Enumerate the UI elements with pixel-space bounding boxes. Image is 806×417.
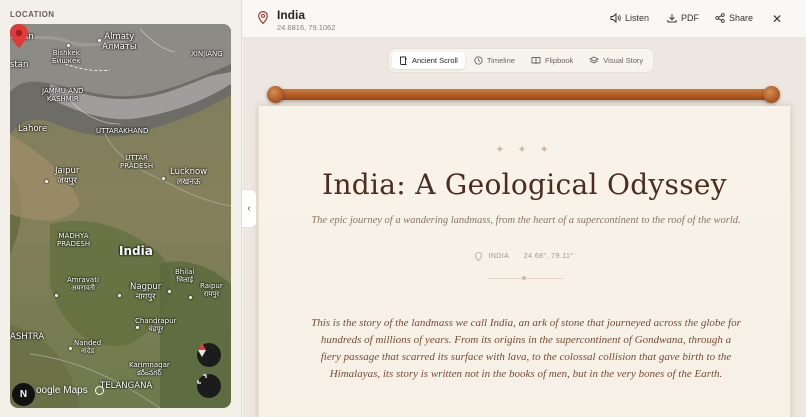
- map-dot-bhilai: [168, 290, 171, 293]
- tab-ancient-scroll-label: Ancient Scroll: [412, 56, 458, 65]
- map-dot-nagpur: [118, 294, 121, 297]
- story-heading: India: A Geological Odyssey: [322, 168, 727, 201]
- meta-pin-icon: [475, 252, 483, 261]
- book-icon: [531, 57, 541, 65]
- map-label-jaipur: Jaipur जयपुर: [55, 166, 80, 186]
- google-maps-attribution: oogle Maps: [36, 385, 88, 396]
- tab-timeline[interactable]: Timeline: [467, 52, 522, 69]
- map-label-chandrapur: Chandrapur चंद्रपूर: [135, 317, 177, 333]
- map-dot-lucknow: [162, 177, 165, 180]
- location-pin-icon: [258, 11, 268, 24]
- map-label-ashtra: ASHTRA: [10, 332, 45, 342]
- close-button[interactable]: ✕: [772, 12, 782, 26]
- map-dot-amravati: [55, 294, 58, 297]
- clock-icon: [474, 56, 483, 65]
- ornament-divider: [487, 276, 563, 280]
- location-section-label: LOCATION: [10, 10, 55, 19]
- meta-separator: ·: [515, 253, 518, 260]
- parchment-scroll: ✦ ✦ ✦ India: A Geological Odyssey The ep…: [258, 106, 791, 417]
- map-label-karimnagar: Karimnagar కరీంనగర్: [129, 361, 170, 377]
- scroll-icon: [400, 56, 407, 65]
- map-label-jammu-kashmir: JAMMU AND KASHMIR: [42, 87, 84, 103]
- ornament-stars: ✦ ✦ ✦: [495, 144, 554, 156]
- map-dot-chandrapur: [136, 326, 139, 329]
- place-title: India: [277, 8, 306, 22]
- listen-button[interactable]: Listen: [610, 13, 649, 23]
- tab-visual-story[interactable]: Visual Story: [582, 52, 650, 69]
- story-meta: INDIA · 24.68°, 79.11°: [259, 252, 790, 261]
- share-label: Share: [729, 13, 754, 23]
- story-body: This is the story of the landmass we cal…: [311, 317, 741, 380]
- chevron-left-icon: ‹: [247, 203, 251, 214]
- map-dot-raipur: [189, 296, 192, 299]
- map-dot-almaty: [98, 39, 101, 42]
- scroll-rod-knob-left: [267, 86, 284, 103]
- location-panel: LOCATION Almaty Алматы Bishkek Бишкек st…: [0, 0, 242, 417]
- place-coordinates: 24.6816, 79.1062: [277, 23, 336, 32]
- story-content: Ancient Scroll Timeline Flipbook Visual …: [243, 38, 806, 417]
- tab-flipbook-label: Flipbook: [544, 56, 574, 65]
- map-label-lucknow: Lucknow लखनऊ: [170, 167, 208, 187]
- map-label-uttarakhand: UTTARAKHAND: [96, 127, 149, 135]
- map-label-amravati: Amravati अमरावती: [67, 276, 99, 292]
- compass-needle-icon: [198, 343, 206, 357]
- map-dot-bishkek: [67, 44, 70, 47]
- pdf-label: PDF: [681, 13, 699, 23]
- story-subtitle: The epic journey of a wandering landmass…: [311, 215, 741, 226]
- map-label-bhilai: Bhilai भिलाई: [175, 268, 195, 284]
- map-label-nagpur: Nagpur नागपुर: [130, 282, 162, 302]
- map-label-uttar-pradesh: UTTAR PRADESH: [120, 154, 154, 170]
- map-north-button[interactable]: N: [12, 383, 35, 406]
- view-mode-tabs: Ancient Scroll Timeline Flipbook Visual …: [389, 49, 654, 72]
- header-bar: India 24.6816, 79.1062 Listen PDF Share: [243, 0, 806, 38]
- map-label-india: India: [119, 244, 153, 258]
- scroll-rod: [270, 89, 773, 100]
- pdf-button[interactable]: PDF: [667, 13, 699, 23]
- meta-place: INDIA: [488, 253, 510, 260]
- expand-icon: [197, 374, 207, 384]
- tab-visual-story-label: Visual Story: [603, 56, 644, 65]
- tab-ancient-scroll[interactable]: Ancient Scroll: [392, 52, 465, 69]
- map-location-pin-icon[interactable]: [10, 24, 28, 48]
- map-label-lahore: Lahore: [18, 124, 48, 134]
- map-label-madhya-pradesh: MADHYA PRADESH: [57, 232, 91, 248]
- map-label-nanded: Nanded नांदेड: [74, 339, 102, 355]
- scroll-rod-knob-right: [763, 86, 780, 103]
- map-dot-jaipur: [45, 180, 48, 183]
- collapse-panel-button[interactable]: ‹: [242, 189, 257, 228]
- map-dot-nanded: [69, 347, 72, 350]
- map-fullscreen-button[interactable]: [197, 374, 221, 398]
- map-compass-button[interactable]: [197, 343, 221, 367]
- map-label-stan: stan: [10, 60, 29, 70]
- tab-timeline-label: Timeline: [486, 56, 515, 65]
- share-button[interactable]: Share: [715, 13, 753, 23]
- download-icon: [667, 14, 677, 23]
- map-label-almaty: Almaty Алматы: [102, 32, 137, 52]
- share-icon: [715, 13, 725, 23]
- map-label-telangana: TELANGANA: [100, 381, 153, 391]
- satellite-map[interactable]: AlmatyАлматы hstan BishkekБишкек stan XI…: [10, 24, 231, 408]
- map-info-icon[interactable]: [95, 386, 104, 395]
- map-label-raipur: Raipur रायपुर: [200, 282, 223, 298]
- tab-flipbook[interactable]: Flipbook: [524, 52, 580, 69]
- map-label-bishkek: Bishkek Бишкек: [52, 49, 81, 65]
- speaker-icon: [610, 13, 621, 23]
- map-label-xinjiang: XINJIANG: [191, 50, 223, 58]
- listen-label: Listen: [625, 13, 650, 23]
- layers-icon: [589, 56, 600, 64]
- meta-coordinates: 24.68°, 79.11°: [523, 253, 574, 260]
